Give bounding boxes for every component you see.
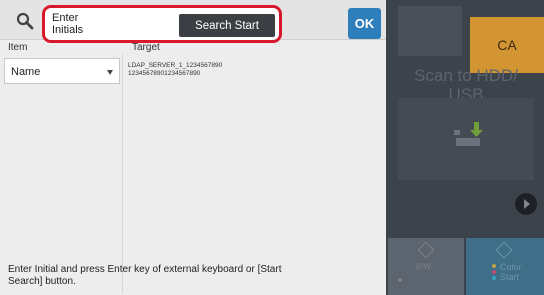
color-label: Color: [500, 262, 522, 272]
search-start-button[interactable]: Search Start: [179, 14, 275, 37]
column-header-target: Target: [132, 42, 160, 53]
bw-start-label: B/W: [416, 262, 432, 271]
start-label: Start: [500, 272, 520, 282]
color-diamond-icon: [495, 241, 513, 259]
bw-diamond-icon: [417, 241, 435, 259]
color-start-label: Color Start: [500, 262, 522, 282]
item-select-value: Name: [11, 66, 41, 78]
next-page-icon: [515, 193, 537, 215]
color-start-button: Color Start: [466, 238, 544, 295]
ok-button[interactable]: OK: [348, 8, 381, 39]
scan-to-hdd-icon: [454, 122, 483, 146]
clear-all-button[interactable]: CA: [470, 17, 544, 73]
address-search-dialog: Enter Initials Search Start OK Item Targ…: [0, 0, 386, 295]
target-line-2: 12345678901234567890: [128, 70, 201, 77]
instruction-text: Enter Initial and press Enter key of ext…: [8, 264, 282, 287]
search-icon: [16, 12, 34, 30]
column-header-item: Item: [8, 42, 28, 53]
clear-all-label: CA: [497, 37, 517, 53]
initials-input[interactable]: Enter Initials: [52, 12, 168, 40]
target-line-1: LDAP_SERVER_1_1234567890: [128, 62, 223, 69]
ok-label: OK: [354, 16, 375, 31]
background-tile: [398, 6, 462, 56]
bw-indicator: [398, 278, 402, 282]
bw-start-button: B/W: [388, 238, 464, 295]
chevron-down-icon: [107, 70, 113, 75]
target-list[interactable]: LDAP_SERVER_1_1234567890 123456789012345…: [128, 62, 222, 78]
column-divider: [122, 54, 123, 294]
item-select[interactable]: Name: [4, 58, 120, 84]
search-start-label: Search Start: [195, 19, 259, 32]
